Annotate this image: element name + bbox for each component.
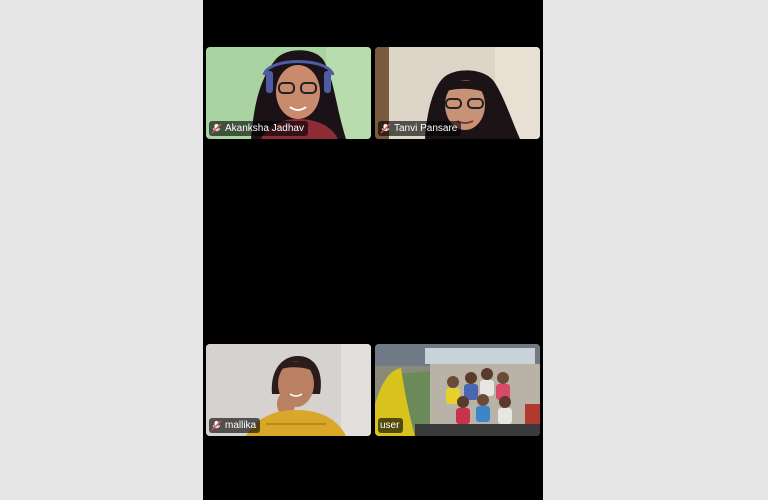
video-call-grid: Akanksha Jadhav Tanvi Pansare mallika us…: [203, 0, 543, 500]
participant-name-tag: user: [378, 418, 404, 433]
participant-name-tag: Akanksha Jadhav: [209, 121, 308, 136]
mic-muted-icon: [211, 123, 222, 134]
participant-tile-mallika[interactable]: mallika: [206, 344, 371, 436]
participant-tile-tanvi-pansare[interactable]: Tanvi Pansare: [375, 47, 540, 139]
participant-name-tag: mallika: [209, 418, 261, 433]
participant-tile-user[interactable]: user: [375, 344, 540, 436]
participant-tile-akanksha-jadhav[interactable]: Akanksha Jadhav: [206, 47, 371, 139]
participant-name: Tanvi Pansare: [394, 123, 458, 134]
left-margin: [0, 0, 203, 500]
mic-muted-icon: [380, 123, 391, 134]
right-margin: [543, 0, 768, 500]
participant-name-tag: Tanvi Pansare: [378, 121, 462, 136]
participant-name: mallika: [225, 420, 257, 431]
participant-name: Akanksha Jadhav: [225, 123, 304, 134]
participant-name: user: [380, 420, 400, 431]
mic-muted-icon: [211, 420, 222, 431]
